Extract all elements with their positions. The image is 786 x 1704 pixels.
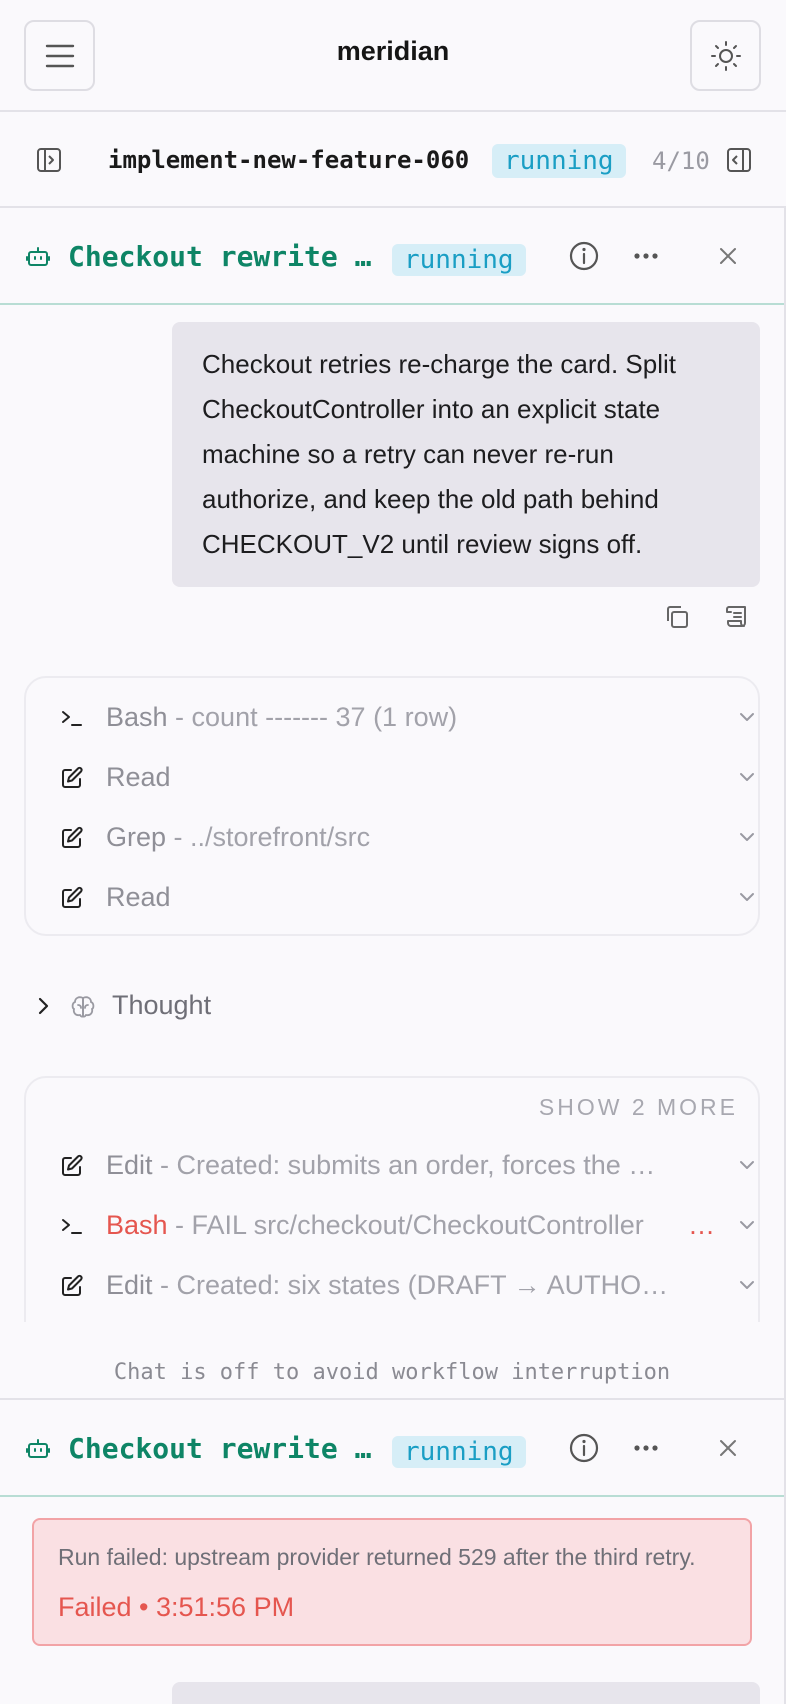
close-icon[interactable]	[716, 244, 740, 273]
chevron-down-icon[interactable]	[738, 1278, 756, 1297]
copy-icon[interactable]	[664, 604, 690, 635]
workflow-name[interactable]: implement-new-feature-060	[108, 146, 469, 174]
edit-icon	[60, 1154, 84, 1183]
bot-icon	[26, 1436, 50, 1465]
tool-call-group: SHOW 2 MORE Edit - Created: submits an o…	[24, 1076, 760, 1322]
truncation-ellipsis: …	[688, 1210, 715, 1240]
error-message: Run failed: upstream provider returned 5…	[58, 1544, 696, 1570]
terminal-icon	[60, 706, 84, 735]
workflow-status-badge: running	[492, 144, 626, 178]
chevron-down-icon[interactable]	[738, 710, 756, 729]
tool-row[interactable]: Edit - Created: submits an order, forces…	[26, 1136, 758, 1196]
thought-label: Thought	[112, 990, 212, 1020]
collapse-panel-icon[interactable]	[726, 147, 752, 178]
chevron-down-icon[interactable]	[738, 770, 756, 789]
workflow-bar: implement-new-feature-060 running 4/10	[0, 114, 786, 208]
message-actions	[660, 604, 760, 632]
agent-panel-header: Checkout rewrite … running	[0, 1400, 784, 1497]
tool-name: Edit	[106, 1270, 153, 1300]
theme-toggle-button[interactable]	[690, 20, 761, 91]
tool-name: Read	[106, 762, 171, 792]
tool-name: Grep	[106, 822, 167, 852]
tool-name: Read	[106, 882, 171, 912]
close-icon[interactable]	[716, 1436, 740, 1465]
tool-detail: - FAIL src/checkout/CheckoutController	[167, 1210, 644, 1240]
tool-call-group: Bash - count ------- 37 (1 row) Read Gre…	[24, 676, 760, 936]
tool-detail: - ../storefront/src	[166, 822, 371, 852]
agent-status-badge: running	[392, 244, 526, 276]
tool-card-clip: SHOW 2 MORE Edit - Created: submits an o…	[0, 1076, 784, 1322]
edit-icon	[60, 886, 84, 915]
tool-detail: - Created: submits an order, forces the …	[152, 1150, 656, 1180]
agent-title[interactable]: Checkout rewrite …	[68, 240, 371, 273]
brain-icon	[70, 994, 96, 1025]
bot-icon	[26, 244, 50, 273]
tool-detail: - Created: six states (DRAFT → AUTHO…	[152, 1270, 669, 1300]
tool-name: Edit	[106, 1150, 153, 1180]
chevron-down-icon[interactable]	[738, 890, 756, 909]
more-options-icon[interactable]	[632, 244, 660, 273]
info-icon[interactable]	[568, 1432, 600, 1469]
tool-row[interactable]: Edit - Created: six states (DRAFT → AUTH…	[26, 1256, 758, 1316]
tool-row[interactable]: Read	[26, 868, 758, 928]
chat-disabled-notice: Chat is off to avoid workflow interrupti…	[113, 1360, 671, 1385]
agent-status-badge: running	[392, 1436, 526, 1468]
tool-name: Bash	[106, 702, 168, 732]
sun-icon	[710, 40, 741, 71]
chevron-down-icon[interactable]	[738, 830, 756, 849]
edit-icon	[60, 826, 84, 855]
edit-icon	[60, 1274, 84, 1303]
tool-row[interactable]: Grep - ../storefront/src	[26, 808, 758, 868]
app-title: meridian	[336, 36, 450, 66]
error-banner: Run failed: upstream provider returned 5…	[32, 1518, 752, 1646]
show-more-button[interactable]: SHOW 2 MORE	[539, 1094, 738, 1121]
info-icon[interactable]	[568, 240, 600, 277]
chevron-down-icon[interactable]	[738, 1158, 756, 1177]
user-message-partial	[172, 1682, 760, 1704]
transcript-icon[interactable]	[724, 604, 750, 635]
agent-panel-header: Checkout rewrite … running	[0, 208, 784, 305]
top-bar: meridian	[0, 0, 786, 112]
edit-icon	[60, 766, 84, 795]
workflow-progress: 4/10	[652, 147, 710, 175]
expand-sidebar-icon[interactable]	[36, 147, 62, 178]
tool-row[interactable]: Bash - FAIL src/checkout/CheckoutControl…	[26, 1196, 758, 1256]
error-status: Failed • 3:51:56 PM	[58, 1592, 295, 1622]
more-options-icon[interactable]	[632, 1436, 660, 1465]
terminal-icon	[60, 1214, 84, 1243]
tool-row[interactable]: Read	[26, 748, 758, 808]
tool-name: Bash	[106, 1210, 168, 1240]
chevron-right-icon	[36, 996, 50, 1021]
user-message: Checkout retries re-charge the card. Spl…	[172, 322, 760, 587]
agent-title[interactable]: Checkout rewrite …	[68, 1432, 371, 1465]
chevron-down-icon[interactable]	[738, 1218, 756, 1237]
tool-row[interactable]: Bash - count ------- 37 (1 row)	[26, 688, 758, 748]
tool-detail: - count ------- 37 (1 row)	[167, 702, 458, 732]
